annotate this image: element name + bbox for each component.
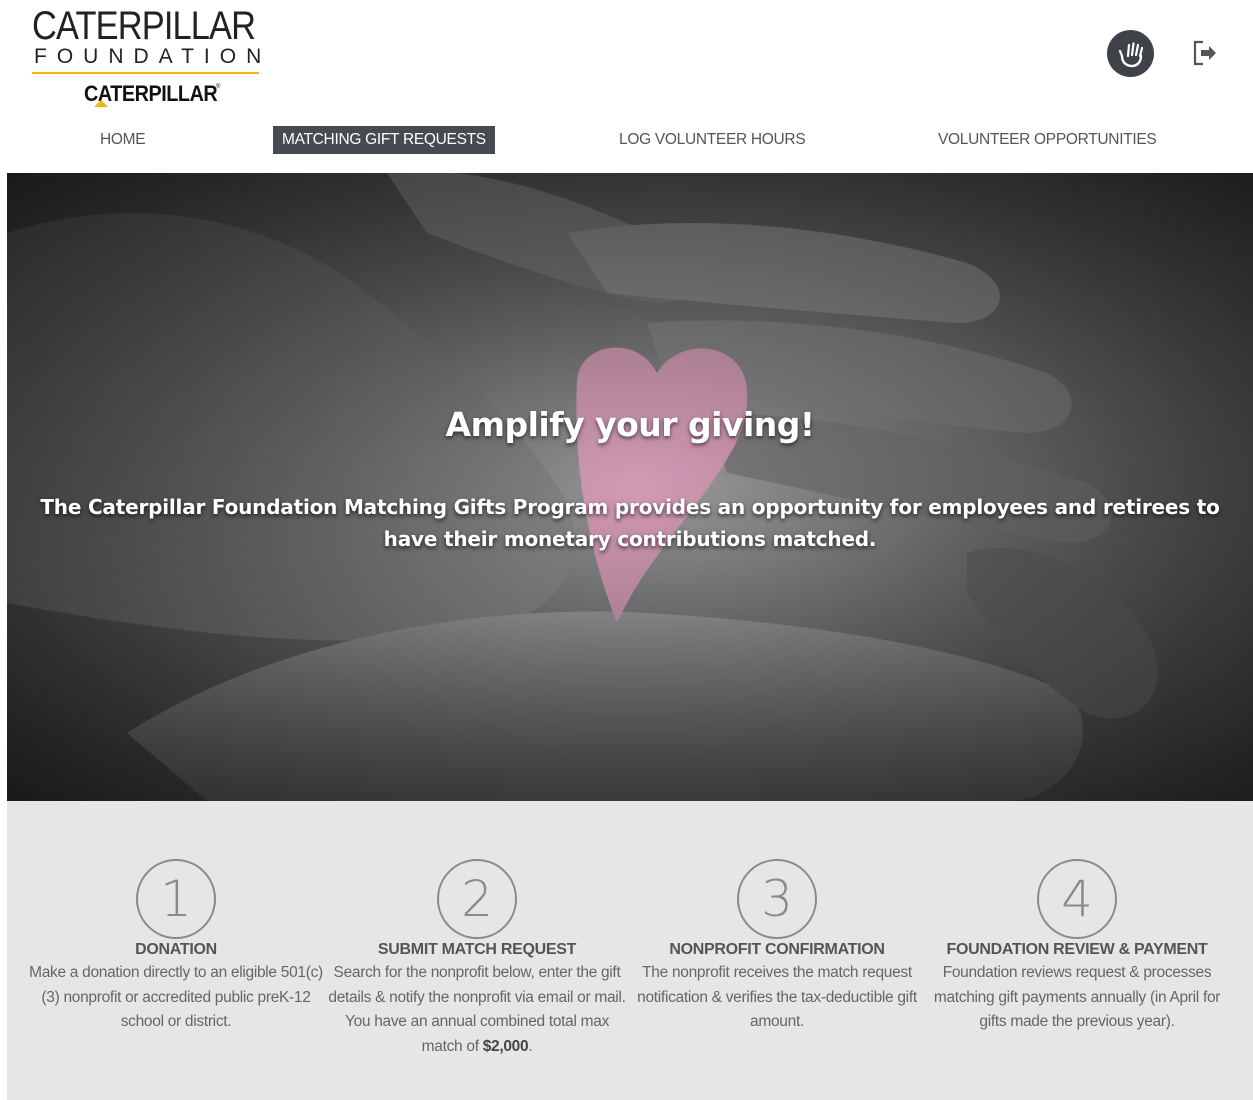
step-title: NONPROFIT CONFIRMATION (669, 941, 885, 958)
step-description-text: Search for the nonprofit below, enter th… (328, 964, 626, 1055)
step-number-4: 4 (1037, 859, 1117, 939)
logo-triangle-icon (94, 100, 108, 107)
hero-subtitle: The Caterpillar Foundation Matching Gift… (40, 495, 1220, 551)
step-title: SUBMIT MATCH REQUEST (377, 941, 577, 958)
nav-log-volunteer-hours[interactable]: LOG VOLUNTEER HOURS (619, 126, 806, 154)
step-submit-match-request: 2 SUBMIT MATCH REQUEST Search for the no… (327, 859, 627, 1059)
step-description: Make a donation directly to an eligible … (29, 964, 323, 1030)
hero-banner: Amplify your giving! The Caterpillar Fou… (7, 173, 1253, 801)
nav-home[interactable]: HOME (100, 126, 146, 154)
step-number-2: 2 (437, 859, 517, 939)
step-donation: 1 DONATION Make a donation directly to a… (26, 859, 326, 1035)
logo-foundation-text: FOUNDATION (34, 45, 272, 68)
step-description: Foundation reviews request & processes m… (933, 964, 1221, 1030)
step-description-end: . (528, 1037, 533, 1055)
hero-title: Amplify your giving! (445, 405, 815, 444)
step-number-1: 1 (136, 859, 216, 939)
volunteer-hand-icon[interactable] (1107, 30, 1154, 77)
logo-registered-mark: ® (216, 84, 221, 90)
nav-matching-gift-requests[interactable]: MATCHING GIFT REQUESTS (273, 126, 495, 154)
logo-divider (32, 72, 259, 74)
step-title: DONATION (135, 941, 217, 958)
hand-icon (1118, 41, 1143, 67)
step-nonprofit-confirmation: 3 NONPROFIT CONFIRMATION The nonprofit r… (627, 859, 927, 1035)
process-steps: 1 DONATION Make a donation directly to a… (7, 801, 1253, 1100)
step-number-3: 3 (737, 859, 817, 939)
logo-wordmark: CATERPILLAR (32, 4, 256, 48)
main-nav: HOME MATCHING GIFT REQUESTS LOG VOLUNTEE… (0, 124, 1253, 156)
logout-icon[interactable] (1189, 37, 1221, 69)
step-foundation-review-payment: 4 FOUNDATION REVIEW & PAYMENT Foundation… (927, 859, 1227, 1035)
max-match-amount: $2,000 (482, 1037, 529, 1055)
nav-volunteer-opportunities[interactable]: VOLUNTEER OPPORTUNITIES (938, 126, 1157, 154)
caterpillar-foundation-logo[interactable]: CATERPILLAR FOUNDATION CATERPILLAR ® (32, 6, 262, 112)
hands-heart-image (7, 173, 1253, 801)
step-description: Search for the nonprofit below, enter th… (327, 961, 627, 1059)
step-title: FOUNDATION REVIEW & PAYMENT (946, 941, 1208, 958)
step-description: The nonprofit receives the match request… (637, 964, 917, 1030)
site-header: CATERPILLAR FOUNDATION CATERPILLAR ® HOM… (0, 0, 1253, 172)
